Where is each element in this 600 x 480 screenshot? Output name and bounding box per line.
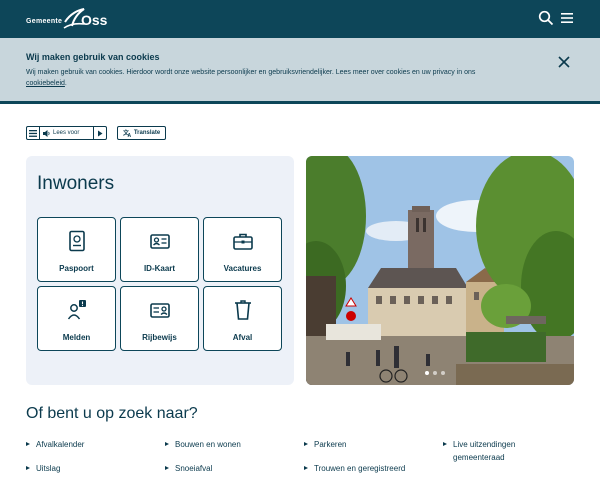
tile-paspoort[interactable]: Paspoort (37, 217, 116, 282)
link-parkeren[interactable]: Parkeren (304, 438, 414, 451)
link-trouwen[interactable]: Trouwen en geregistreerd (304, 462, 434, 475)
arrow-right-icon (165, 466, 169, 470)
tile-melden[interactable]: Melden (37, 286, 116, 351)
id-card-icon (150, 234, 170, 249)
site-header: Gemeente Oss (0, 0, 600, 38)
cookie-policy-link[interactable]: cookiebeleid (26, 80, 65, 87)
tile-rijbewijs[interactable]: Rijbewijs (120, 286, 199, 351)
link-label: Bouwen en wonen (175, 440, 241, 449)
translate-button[interactable]: 文 A Translate (117, 126, 166, 140)
cookie-text: Wij maken gebruik van cookies. Hierdoor … (26, 67, 506, 89)
hamburger-menu-icon[interactable] (559, 10, 575, 26)
list-icon (29, 129, 37, 137)
waste-bin-icon (235, 300, 251, 320)
read-aloud-menu-button[interactable] (27, 127, 40, 139)
cookie-body: Wij maken gebruik van cookies. Hierdoor … (26, 69, 476, 76)
translate-icon: 文 A (123, 129, 132, 137)
link-label: Trouwen en geregistreerd (314, 464, 406, 473)
play-button[interactable] (93, 127, 106, 139)
arrow-right-icon (443, 442, 447, 446)
tile-label: Afval (232, 333, 253, 342)
link-bouwen-wonen[interactable]: Bouwen en wonen (165, 438, 275, 451)
link-label: Afvalkalender (36, 440, 85, 449)
link-snoeiafval[interactable]: Snoeiafval (165, 462, 275, 475)
tile-id-kaart[interactable]: ID-Kaart (120, 217, 199, 282)
passport-icon (69, 230, 85, 252)
logo-small-text: Gemeente (26, 18, 63, 25)
link-label: Parkeren (314, 440, 347, 449)
tile-label: ID-Kaart (143, 264, 176, 273)
arrow-right-icon (304, 466, 308, 470)
link-label: Live uitzendingen gemeenteraad (453, 440, 516, 462)
cookie-banner: Wij maken gebruik van cookies Wij maken … (0, 38, 600, 104)
arrow-right-icon (26, 466, 30, 470)
hero-photo (306, 156, 574, 385)
briefcase-icon (233, 233, 253, 250)
link-uitslag[interactable]: Uitslag (26, 462, 136, 475)
tile-label: Vacatures (223, 264, 262, 273)
close-icon[interactable] (557, 55, 571, 69)
read-aloud-button[interactable]: Lees voor (40, 129, 93, 137)
logo-big-text: Oss (81, 12, 108, 28)
read-aloud-label: Lees voor (53, 130, 80, 136)
tile-label: Rijbewijs (142, 333, 177, 342)
city-square-photo (306, 156, 574, 385)
link-label: Snoeiafval (175, 464, 213, 473)
report-icon (67, 300, 86, 320)
arrow-right-icon (26, 442, 30, 446)
search-icon[interactable] (538, 10, 554, 26)
link-live-uitzendingen[interactable]: Live uitzendingen gemeenteraad (443, 438, 543, 464)
cookie-title: Wij maken gebruik van cookies (26, 52, 160, 62)
search-section-title: Of bent u op zoek naar? (26, 405, 198, 422)
play-icon (98, 130, 103, 136)
tile-label: Paspoort (59, 264, 94, 273)
svg-text:A: A (127, 133, 131, 137)
gemeente-oss-logo[interactable]: Gemeente Oss (26, 4, 116, 34)
tile-label: Melden (62, 333, 91, 342)
tile-vacatures[interactable]: Vacatures (203, 217, 282, 282)
arrow-right-icon (304, 442, 308, 446)
drivers-license-icon (150, 303, 170, 318)
cookie-period: . (64, 80, 67, 87)
inwoners-panel: Inwoners Paspoort ID-Kaart Vacatures Mel… (26, 156, 294, 385)
translate-label: Translate (133, 130, 161, 136)
inwoners-title: Inwoners (37, 173, 115, 194)
link-afvalkalender[interactable]: Afvalkalender (26, 438, 136, 451)
arrow-right-icon (165, 442, 169, 446)
speaker-icon (43, 129, 50, 137)
read-aloud-bar[interactable]: Lees voor (26, 126, 107, 140)
link-label: Uitslag (36, 464, 61, 473)
tile-afval[interactable]: Afval (203, 286, 282, 351)
